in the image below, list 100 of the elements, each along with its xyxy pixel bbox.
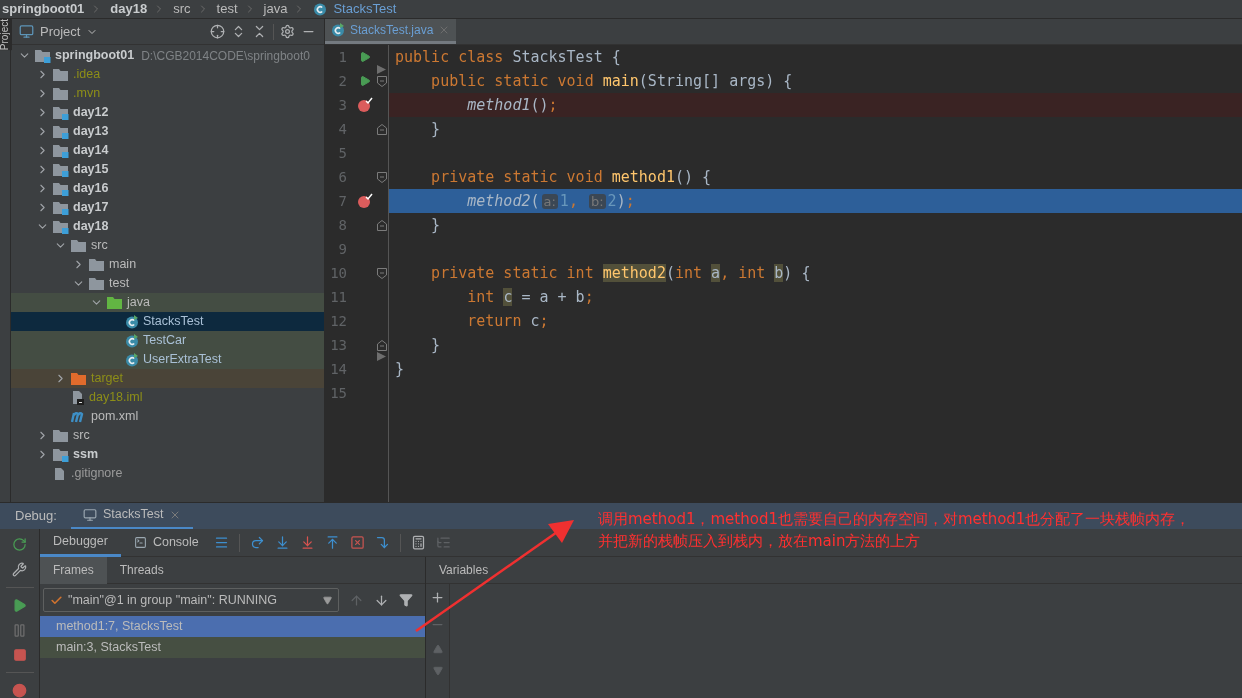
- code-line: method2( a: 1, b: 2);: [466, 190, 635, 212]
- locate-icon[interactable]: [210, 24, 225, 39]
- class-icon: [313, 2, 328, 16]
- add-watch-icon[interactable]: [430, 590, 445, 605]
- filter-icon[interactable]: [399, 593, 413, 607]
- breakpoint-icon[interactable]: [357, 193, 373, 209]
- check-icon: [50, 593, 63, 607]
- breadcrumb-item[interactable]: test: [216, 0, 238, 19]
- tree-label: day18: [73, 218, 109, 236]
- tree-label: java: [127, 294, 150, 312]
- tree-row[interactable]: springboot01 D:\CGB2014CODE\springboot0: [11, 46, 324, 65]
- tree-row[interactable]: StacksTest: [11, 312, 324, 331]
- fold-icon[interactable]: [376, 171, 387, 183]
- breadcrumb-item[interactable]: StacksTest: [333, 0, 397, 19]
- tree-label: StacksTest: [143, 313, 204, 331]
- resume-icon[interactable]: [12, 598, 27, 613]
- folder-icon: [71, 371, 87, 386]
- run-icon[interactable]: [359, 51, 371, 63]
- tree-row[interactable]: TestCar: [11, 331, 324, 350]
- tree-row[interactable]: .idea: [11, 65, 324, 84]
- tree-row[interactable]: day12: [11, 103, 324, 122]
- drop-frame-icon[interactable]: [349, 535, 365, 550]
- code-line: }: [395, 358, 405, 380]
- tree-row[interactable]: day18.iml: [11, 388, 324, 407]
- tree-label: day15: [73, 161, 109, 179]
- calculator-icon[interactable]: [410, 535, 426, 550]
- fold-icon[interactable]: [376, 219, 387, 231]
- module-folder-icon: [53, 219, 69, 234]
- breadcrumb-item[interactable]: java: [263, 0, 288, 19]
- tree-row[interactable]: day15: [11, 160, 324, 179]
- breadcrumb-item[interactable]: springboot01: [2, 0, 85, 19]
- frame-row[interactable]: main:3, StacksTest: [40, 637, 425, 658]
- breakpoints-icon[interactable]: [12, 683, 27, 698]
- frames-tab[interactable]: Threads: [106, 556, 177, 584]
- code-line: return c;: [466, 310, 549, 332]
- class-icon: [125, 314, 139, 329]
- variables-title: Variables: [439, 562, 489, 579]
- frames-tab[interactable]: Frames: [40, 556, 107, 584]
- module-folder-icon: [53, 447, 69, 462]
- tree-label: UserExtraTest: [143, 351, 222, 369]
- tree-row[interactable]: src: [11, 236, 324, 255]
- tree-row[interactable]: day17: [11, 198, 324, 217]
- wrench-icon[interactable]: [12, 562, 27, 577]
- run-to-cursor-icon[interactable]: [374, 535, 390, 550]
- tree-row[interactable]: day13: [11, 122, 324, 141]
- breadcrumb-item[interactable]: src: [173, 0, 191, 19]
- folder-icon: [107, 295, 123, 310]
- panel-title[interactable]: Project: [40, 21, 81, 42]
- debugger-tab[interactable]: Console: [120, 528, 212, 557]
- fold-icon[interactable]: [376, 267, 387, 279]
- tree-row[interactable]: test: [11, 274, 324, 293]
- fold-marker-icon[interactable]: [377, 352, 386, 361]
- tree-label: target: [91, 370, 123, 388]
- rerun-icon[interactable]: [12, 537, 27, 552]
- tree-row[interactable]: UserExtraTest: [11, 350, 324, 369]
- tree-label: day18.iml: [89, 389, 143, 407]
- breakpoint-icon[interactable]: [357, 97, 373, 113]
- pause-icon[interactable]: [12, 623, 27, 638]
- tree-row[interactable]: pom.xml: [11, 407, 324, 426]
- code-line: }: [430, 118, 441, 140]
- line-number: 1: [337, 47, 348, 67]
- tree-label: src: [91, 237, 108, 255]
- module-folder-icon: [53, 181, 69, 196]
- menu-icon[interactable]: [213, 535, 229, 550]
- tree-row[interactable]: main: [11, 255, 324, 274]
- line-number: 13: [329, 335, 348, 355]
- tree-label: pom.xml: [91, 408, 139, 426]
- module-folder-icon: [53, 200, 69, 215]
- fold-icon[interactable]: [376, 75, 387, 87]
- tree-row[interactable]: day16: [11, 179, 324, 198]
- arrow-down-icon[interactable]: [374, 592, 389, 608]
- fold-icon[interactable]: [376, 339, 387, 351]
- tree-row[interactable]: ssm: [11, 445, 324, 464]
- tree-row[interactable]: day18: [11, 217, 324, 236]
- annotation-text: 调用method1，method1也需要自己的内存空间，对method1也分配了一块栈帧内存， 并把新的栈帧压入到栈内，放在main方法的上方: [598, 509, 1191, 552]
- settings-icon[interactable]: [280, 24, 295, 39]
- line-number: 7: [337, 191, 348, 211]
- dropdown-icon: [323, 595, 332, 605]
- code-line: }: [430, 334, 441, 356]
- tree-row[interactable]: src: [11, 426, 324, 445]
- line-number: 12: [329, 311, 348, 331]
- tree-row[interactable]: .mvn: [11, 84, 324, 103]
- editor-tab[interactable]: StacksTest.java: [325, 19, 457, 44]
- stop-icon[interactable]: [12, 648, 27, 662]
- step-over-icon[interactable]: [249, 535, 265, 550]
- fold-icon[interactable]: [376, 123, 387, 135]
- thread-dropdown[interactable]: "main"@1 in group "main": RUNNING: [43, 588, 339, 612]
- file-icon: [53, 467, 67, 480]
- run-icon[interactable]: [359, 75, 371, 87]
- tree-label: TestCar: [143, 332, 187, 350]
- tree-label: src: [73, 427, 90, 445]
- tree-row[interactable]: .gitignore: [11, 464, 324, 483]
- module-folder-icon: [53, 105, 69, 120]
- tree-row[interactable]: day14: [11, 141, 324, 160]
- line-number: 10: [329, 263, 348, 283]
- tree-row[interactable]: java: [11, 293, 324, 312]
- panel-icon: [19, 24, 34, 39]
- breadcrumb-item[interactable]: day18: [110, 0, 148, 19]
- fold-marker-icon[interactable]: [377, 65, 386, 74]
- tree-label: ssm: [73, 446, 99, 464]
